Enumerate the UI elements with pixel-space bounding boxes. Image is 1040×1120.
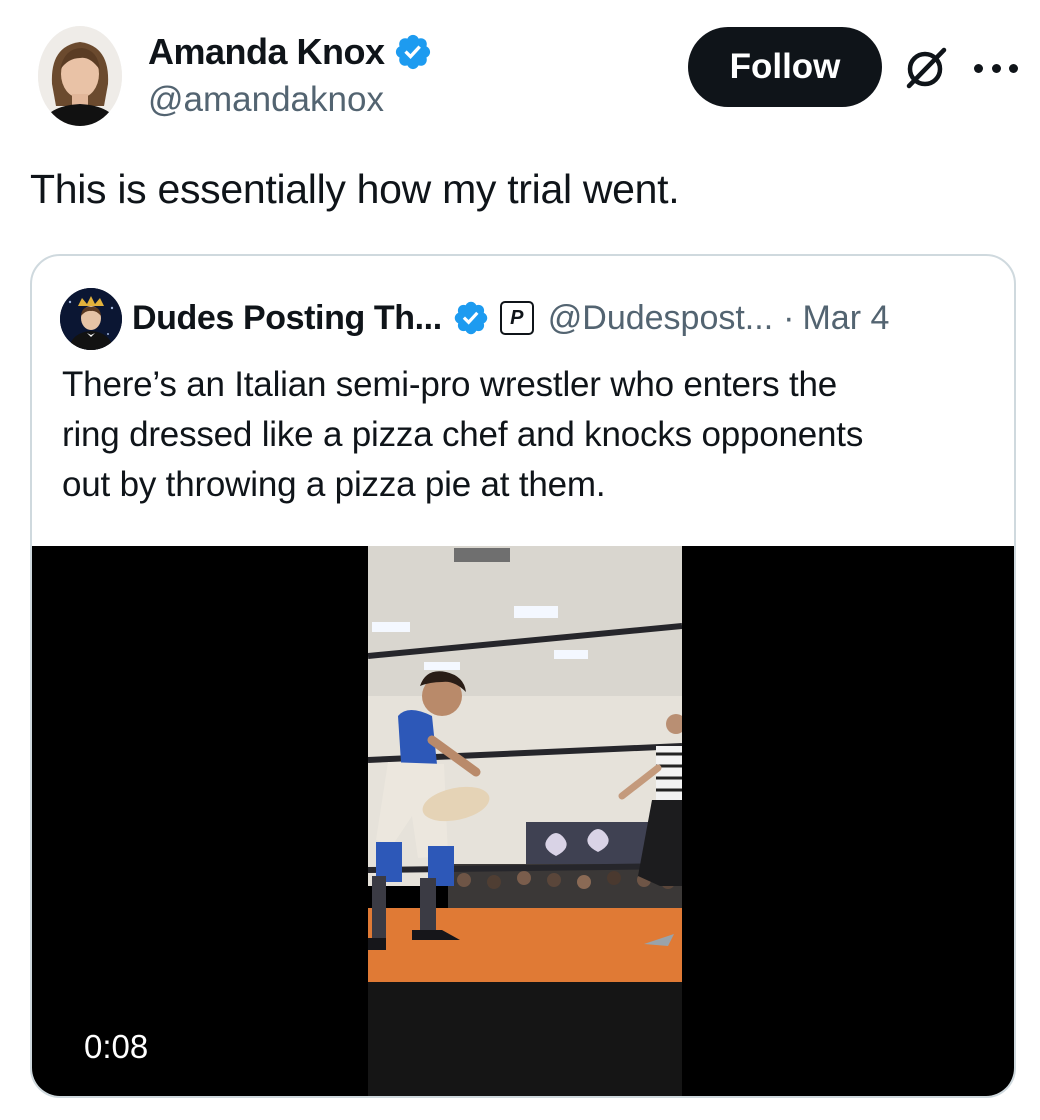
author-name-row: Amanda Knox: [148, 30, 433, 74]
quoted-display-name[interactable]: Dudes Posting Th...: [132, 299, 442, 338]
more-dot: [1009, 63, 1018, 73]
quoted-meta-row: Dudes Posting Th... P @Dudespost... · Ma…: [132, 292, 889, 344]
affiliate-badge-icon[interactable]: P: [499, 301, 534, 335]
tweet-text: This is essentially how my trial went.: [30, 166, 680, 212]
author-photo: [38, 26, 122, 126]
more-dot: [991, 63, 1001, 73]
quoted-text-line: out by throwing a pizza pie at them.: [62, 465, 606, 504]
meta-separator: ·: [783, 298, 795, 337]
video-player[interactable]: 0:08: [32, 546, 1014, 1096]
author-handle[interactable]: @amandaknox: [148, 80, 384, 120]
quoted-date[interactable]: Mar 4: [802, 299, 889, 338]
quoted-tweet-text: There’s an Italian semi-pro wrestler who…: [62, 360, 1002, 510]
quoted-author-avatar[interactable]: [60, 288, 122, 350]
author-display-name[interactable]: Amanda Knox: [148, 31, 385, 73]
author-avatar[interactable]: [38, 26, 122, 126]
grok-icon[interactable]: [900, 42, 952, 94]
verified-badge-icon[interactable]: [452, 299, 490, 337]
video-frame: [368, 546, 682, 1096]
more-dot: [974, 63, 983, 73]
quoted-tweet-card[interactable]: Dudes Posting Th... P @Dudespost... · Ma…: [30, 254, 1016, 1098]
video-duration: 0:08: [84, 1028, 149, 1065]
follow-button[interactable]: Follow: [688, 27, 882, 107]
verified-badge-icon[interactable]: [393, 32, 433, 72]
more-options-icon[interactable]: [974, 56, 1018, 80]
quoted-text-line: There’s an Italian semi-pro wrestler who…: [62, 365, 838, 404]
quoted-text-line: ring dressed like a pizza chef and knock…: [62, 415, 864, 454]
quoted-handle[interactable]: @Dudespost...: [548, 299, 773, 338]
